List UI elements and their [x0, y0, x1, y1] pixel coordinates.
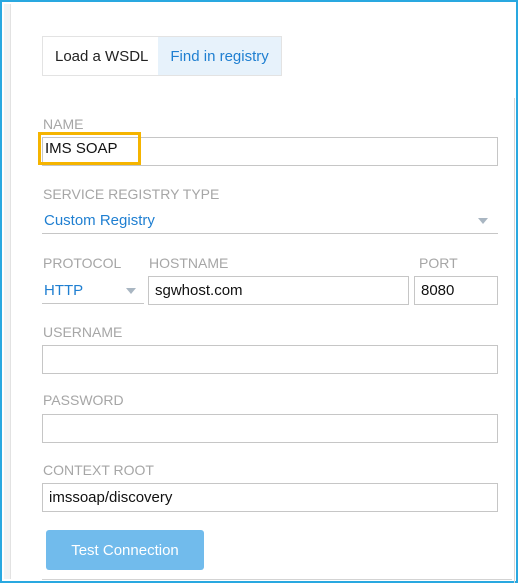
source-tabs: Load a WSDL Find in registry [42, 36, 282, 76]
tab-find-in-registry[interactable]: Find in registry [158, 37, 281, 75]
protocol-label: PROTOCOL [43, 255, 122, 271]
hostname-field[interactable]: sgwhost.com [148, 276, 409, 305]
service-registry-type-label: SERVICE REGISTRY TYPE [43, 186, 220, 202]
name-highlight: IMS SOAP [38, 132, 141, 165]
bottom-divider [42, 579, 512, 580]
username-field[interactable] [42, 345, 498, 374]
tab-load-wsdl[interactable]: Load a WSDL [43, 37, 159, 75]
hostname-value: sgwhost.com [155, 282, 243, 299]
chevron-down-icon[interactable] [126, 288, 136, 294]
context-root-field[interactable]: imssoap/discovery [42, 483, 498, 512]
username-label: USERNAME [43, 324, 123, 340]
password-field[interactable] [42, 414, 498, 443]
port-label: PORT [419, 255, 458, 271]
service-registry-type-value: Custom Registry [44, 211, 155, 229]
port-value: 8080 [421, 282, 455, 299]
dialog-frame: Load a WSDL Find in registry NAME IMS SO… [0, 0, 518, 583]
hostname-label: HOSTNAME [149, 255, 229, 271]
context-root-label: CONTEXT ROOT [43, 462, 154, 478]
password-label: PASSWORD [43, 392, 124, 408]
name-value: IMS SOAP [45, 140, 118, 157]
service-registry-type-select[interactable]: Custom Registry [42, 207, 498, 234]
test-connection-button[interactable]: Test Connection [46, 530, 204, 570]
protocol-value: HTTP [44, 281, 84, 299]
vertical-divider [514, 98, 515, 583]
name-label: NAME [43, 116, 84, 132]
context-root-value: imssoap/discovery [49, 489, 173, 506]
port-field[interactable]: 8080 [414, 276, 498, 305]
chevron-down-icon[interactable] [478, 218, 488, 224]
left-panel-edge [4, 4, 11, 579]
